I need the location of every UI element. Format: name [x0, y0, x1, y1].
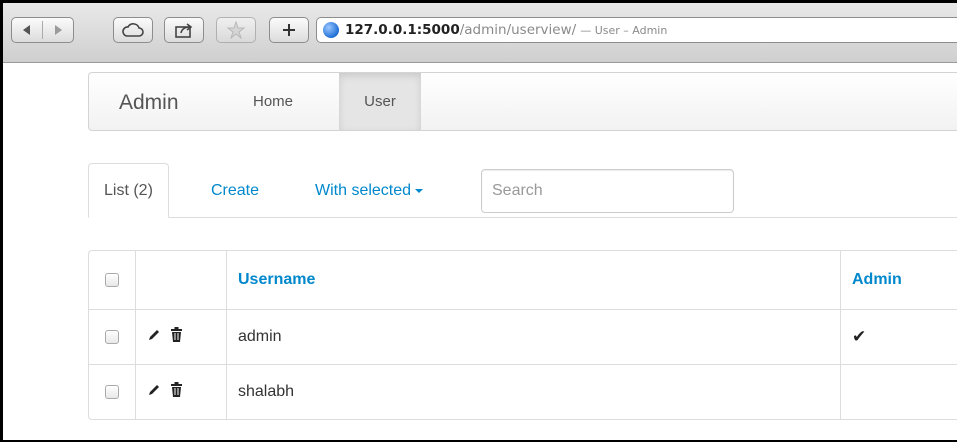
favorite-button[interactable] [216, 17, 256, 43]
username-cell: admin [226, 309, 840, 364]
address-bar[interactable]: 127.0.0.1:5000 /admin/userview/ — User –… [316, 17, 957, 43]
search-input[interactable] [481, 169, 734, 213]
row-actions [135, 364, 226, 419]
new-tab-button[interactable] [269, 17, 309, 43]
forward-icon[interactable] [43, 25, 73, 35]
table-row: shalabh [89, 364, 957, 419]
tab-create[interactable]: Create [196, 163, 274, 218]
nav-item-user[interactable]: User [339, 73, 421, 130]
edit-icon[interactable] [147, 383, 161, 402]
column-header-admin[interactable]: Admin [840, 251, 957, 309]
nav-item-home[interactable]: Home [236, 73, 310, 130]
url-path: /admin/userview/ [459, 22, 577, 38]
share-icon [175, 23, 193, 38]
row-checkbox[interactable] [105, 329, 119, 344]
globe-icon [323, 22, 339, 38]
column-header-username[interactable]: Username [226, 251, 840, 309]
table-header-row: Username Admin [89, 251, 957, 309]
admin-navbar: Admin Home User [88, 72, 957, 131]
back-forward-control [11, 17, 74, 43]
row-select-cell [89, 364, 135, 419]
tab-with-selected[interactable]: With selected [300, 163, 438, 218]
user-table: Username Admin admin ✔ shalabh [88, 250, 957, 420]
tab-list[interactable]: List (2) [88, 163, 169, 218]
url-host: 127.0.0.1:5000 [345, 22, 460, 38]
brand-link[interactable]: Admin [119, 91, 179, 115]
back-icon[interactable] [12, 25, 42, 35]
username-cell: shalabh [226, 364, 840, 419]
row-checkbox[interactable] [105, 384, 119, 399]
plus-icon [283, 24, 295, 36]
cloud-button[interactable] [113, 17, 153, 43]
select-all-checkbox[interactable] [105, 272, 119, 287]
checkmark-icon: ✔ [852, 327, 867, 346]
page-title: — User – Admin [580, 23, 668, 37]
trash-icon[interactable] [170, 382, 183, 402]
caret-down-icon [415, 188, 424, 193]
select-all-cell [89, 251, 135, 309]
admin-cell: ✔ [840, 309, 957, 364]
cloud-icon [122, 23, 144, 37]
actions-header [135, 251, 226, 309]
trash-icon[interactable] [170, 327, 183, 347]
table-row: admin ✔ [89, 309, 957, 364]
browser-toolbar: 127.0.0.1:5000 /admin/userview/ — User –… [3, 3, 957, 63]
share-button[interactable] [164, 17, 204, 43]
with-selected-label: With selected [315, 181, 412, 199]
edit-icon[interactable] [147, 328, 161, 347]
row-actions [135, 309, 226, 364]
admin-cell [840, 364, 957, 419]
star-icon [227, 21, 245, 39]
row-select-cell [89, 309, 135, 364]
